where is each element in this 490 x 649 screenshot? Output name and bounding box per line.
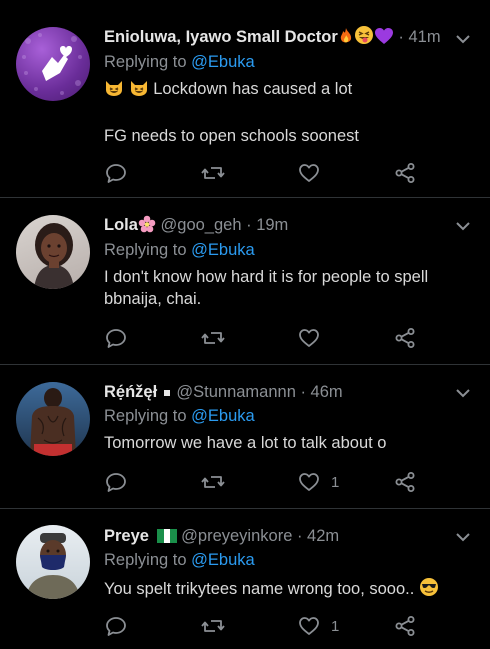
display-name[interactable]: Preye: [104, 527, 149, 545]
reply-icon: [106, 164, 126, 183]
replying-to-handle[interactable]: @Ebuka: [191, 53, 255, 71]
replying-to-label: Replying to: [104, 241, 187, 259]
replying-to: Replying to @Ebuka: [104, 51, 255, 73]
share-button[interactable]: [393, 613, 417, 639]
avatar[interactable]: [16, 215, 90, 289]
handle[interactable]: @preyeyinkore: [181, 527, 292, 545]
reply-button[interactable]: [104, 160, 128, 186]
reply-button[interactable]: [104, 325, 128, 351]
tweet-text: I don't know how hard it is for people t…: [104, 268, 429, 308]
share-icon: [395, 472, 415, 492]
avatar[interactable]: [16, 27, 90, 101]
nigeria-flag-emoji: [156, 526, 177, 543]
like-button[interactable]: 1: [297, 613, 339, 639]
tweet-header: Enioluwa, Iyawo Small Doctor · 41m: [104, 25, 450, 49]
finger-heart-avatar-image: [22, 33, 82, 95]
handle[interactable]: @Stunnamannn: [176, 383, 296, 401]
tweet[interactable]: Preye @preyeyinkore · 42m Replying to @E…: [0, 509, 490, 649]
share-button[interactable]: [393, 325, 417, 351]
reply-icon: [106, 617, 126, 636]
avatar[interactable]: [16, 382, 90, 456]
share-icon: [395, 328, 415, 348]
tweet-timestamp[interactable]: · 19m: [246, 216, 288, 234]
tweet[interactable]: Enioluwa, Iyawo Small Doctor · 41m Reply…: [0, 0, 490, 198]
replying-to-handle[interactable]: @Ebuka: [191, 551, 255, 569]
display-name[interactable]: Lola: [104, 216, 138, 234]
tweet-header: Rẹ́ńžęł @Stunnamannn · 46m: [104, 380, 450, 404]
replying-to: Replying to @Ebuka: [104, 239, 255, 261]
share-button[interactable]: [393, 469, 417, 495]
replying-to: Replying to @Ebuka: [104, 549, 255, 571]
retweet-button[interactable]: [200, 613, 226, 639]
grinning-cat-emoji: [129, 79, 149, 103]
tweet-actions: 1: [104, 469, 424, 495]
tweet-timestamp[interactable]: · 46m: [300, 383, 342, 401]
avatar[interactable]: [16, 525, 90, 599]
tweet-text: Tomorrow we have a lot to talk about o: [104, 434, 387, 452]
like-icon: [299, 329, 319, 347]
athlete-avatar-image: [30, 388, 76, 456]
like-icon: [299, 617, 319, 635]
tweet-text-line: Lockdown has caused a lot: [153, 80, 353, 98]
tweet-text: Lockdown has caused a lot FG needs to op…: [104, 78, 460, 147]
tweet-timestamp[interactable]: · 41m: [398, 28, 440, 46]
share-icon: [395, 616, 415, 636]
fire-emoji: [338, 27, 354, 52]
tweet[interactable]: Rẹ́ńžęł @Stunnamannn · 46m Replying to @…: [0, 365, 490, 509]
retweet-icon: [201, 332, 225, 344]
replying-to-label: Replying to: [104, 407, 187, 425]
masked-man-avatar-image: [26, 533, 80, 599]
like-icon: [299, 473, 319, 491]
tweet-header: Lola @goo_geh · 19m: [104, 213, 450, 237]
retweet-button[interactable]: [200, 469, 226, 495]
tweet-text: You spelt trikytees name wrong too, sooo…: [104, 577, 460, 603]
retweet-icon: [201, 620, 225, 632]
like-count: 1: [331, 617, 340, 635]
replying-to-handle[interactable]: @Ebuka: [191, 407, 255, 425]
grinning-cat-emoji: [104, 79, 124, 103]
reply-icon: [106, 329, 126, 348]
tweet-text-line: FG needs to open schools soonest: [104, 127, 359, 145]
tweet-header: Preye @preyeyinkore · 42m: [104, 524, 450, 548]
replying-to-label: Replying to: [104, 551, 187, 569]
cherry-blossom-emoji: [138, 215, 156, 240]
chevron-down-icon[interactable]: [454, 217, 472, 235]
tweet-text-line: You spelt trikytees name wrong too, sooo…: [104, 580, 415, 598]
portrait-avatar-image: [34, 223, 74, 289]
tweet-actions: 1: [104, 613, 424, 639]
retweet-icon: [201, 476, 225, 488]
like-count: 1: [331, 473, 340, 491]
purple-heart-emoji: [374, 27, 394, 52]
chevron-down-icon[interactable]: [454, 384, 472, 402]
like-button[interactable]: 1: [297, 469, 339, 495]
display-name[interactable]: Rẹ́ńžęł: [104, 383, 157, 401]
tweet-actions: [104, 160, 424, 186]
retweet-icon: [201, 167, 225, 179]
display-name[interactable]: Enioluwa, Iyawo Small Doctor: [104, 28, 338, 46]
replying-to: Replying to @Ebuka: [104, 405, 255, 427]
share-icon: [395, 163, 415, 183]
chevron-down-icon[interactable]: [454, 528, 472, 546]
retweet-button[interactable]: [200, 325, 226, 351]
reply-icon: [106, 473, 126, 492]
chevron-down-icon[interactable]: [454, 30, 472, 48]
sunglasses-emoji: [419, 577, 439, 603]
replying-to-label: Replying to: [104, 53, 187, 71]
reply-button[interactable]: [104, 613, 128, 639]
handle[interactable]: @goo_geh: [161, 216, 242, 234]
reply-button[interactable]: [104, 469, 128, 495]
square-emoji: [162, 383, 172, 407]
squinting-tongue-emoji: [354, 25, 374, 52]
like-icon: [299, 164, 319, 182]
tweet-timestamp[interactable]: · 42m: [297, 527, 339, 545]
like-button[interactable]: [297, 160, 331, 186]
retweet-button[interactable]: [200, 160, 226, 186]
share-button[interactable]: [393, 160, 417, 186]
tweet-actions: [104, 325, 424, 351]
like-button[interactable]: [297, 325, 331, 351]
replying-to-handle[interactable]: @Ebuka: [191, 241, 255, 259]
tweet[interactable]: Lola @goo_geh · 19m Replying to @Ebuka I…: [0, 198, 490, 365]
